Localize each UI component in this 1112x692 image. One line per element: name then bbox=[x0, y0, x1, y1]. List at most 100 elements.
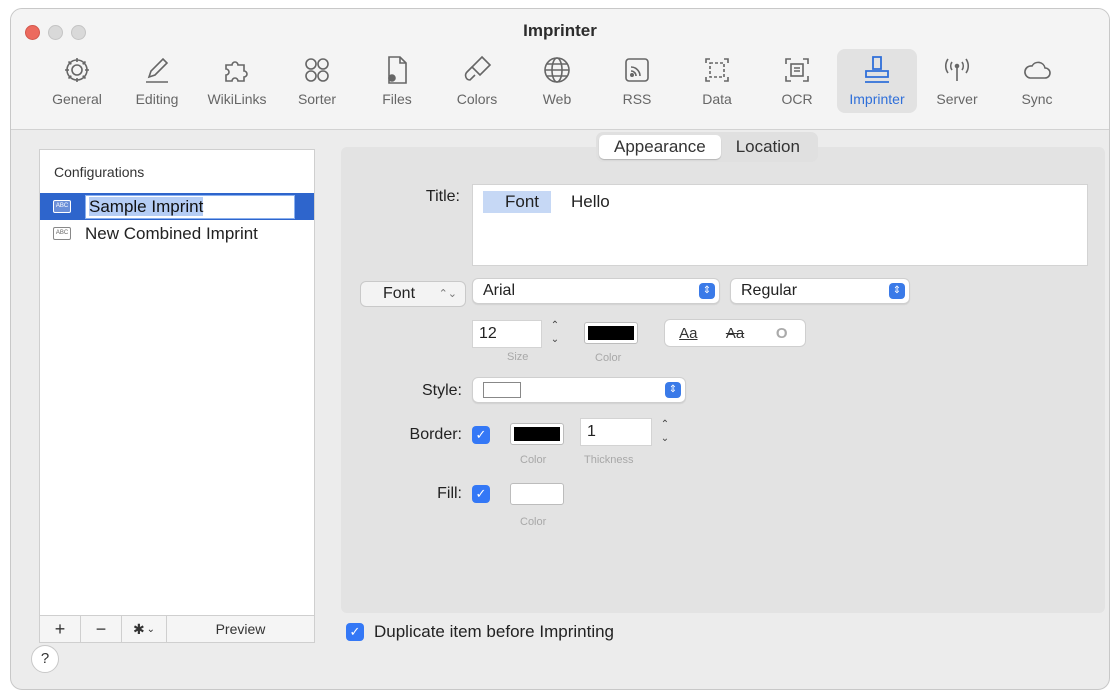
list-item-sample-imprint[interactable]: ABC Sample Imprint bbox=[40, 193, 314, 220]
border-label: Border: bbox=[409, 426, 462, 443]
tab-appearance[interactable]: Appearance bbox=[599, 135, 721, 159]
tab-wikilinks[interactable]: WikiLinks bbox=[197, 49, 277, 113]
tab-data[interactable]: Data bbox=[677, 49, 757, 113]
pencil-icon bbox=[146, 57, 169, 83]
font-size-field[interactable]: 12 bbox=[472, 320, 542, 348]
text-effects-group: Aa Aa O bbox=[664, 319, 806, 347]
antenna-icon bbox=[944, 58, 970, 81]
tab-location[interactable]: Location bbox=[721, 135, 815, 159]
tab-files-label: Files bbox=[382, 91, 412, 107]
tab-sync[interactable]: Sync bbox=[997, 49, 1077, 113]
tab-ocr[interactable]: OCR bbox=[757, 49, 837, 113]
help-button[interactable]: ? bbox=[31, 645, 59, 673]
action-menu-button[interactable]: ✱ ⌄ bbox=[122, 616, 167, 642]
preferences-window: Imprinter General Editing WikiLinks Sort… bbox=[10, 8, 1110, 690]
tab-web[interactable]: Web bbox=[517, 49, 597, 113]
fill-label: Fill: bbox=[437, 485, 462, 502]
tab-wikilinks-label: WikiLinks bbox=[207, 91, 267, 107]
outline-button[interactable]: O bbox=[758, 325, 805, 342]
list-item-new-combined-imprint[interactable]: ABC New Combined Imprint bbox=[40, 220, 314, 247]
tab-sync-label: Sync bbox=[1021, 91, 1053, 107]
duplicate-option[interactable]: ✓ Duplicate item before Imprinting bbox=[346, 622, 614, 642]
tab-server[interactable]: Server bbox=[917, 49, 997, 113]
puzzle-icon bbox=[225, 61, 248, 82]
thickness-field[interactable]: 1 bbox=[580, 418, 652, 446]
tab-editing[interactable]: Editing bbox=[117, 49, 197, 113]
tab-rss[interactable]: RSS bbox=[597, 49, 677, 113]
list-footer: + − ✱ ⌄ Preview bbox=[40, 615, 314, 642]
fill-color-swatch bbox=[514, 487, 560, 501]
duplicate-checkbox[interactable]: ✓ bbox=[346, 623, 364, 641]
rss-icon bbox=[625, 58, 649, 82]
tab-imprinter[interactable]: Imprinter bbox=[837, 49, 917, 113]
border-style-select[interactable]: ⇕ bbox=[472, 377, 686, 403]
tab-rss-label: RSS bbox=[622, 91, 652, 107]
size-caption: Size bbox=[507, 351, 529, 363]
style-label: Style: bbox=[421, 382, 462, 399]
font-family-select[interactable]: Arial ⇕ bbox=[472, 278, 720, 304]
border-color-caption: Color bbox=[520, 454, 547, 466]
chevron-updown-icon: ⇕ bbox=[699, 283, 715, 299]
list-item-label: New Combined Imprint bbox=[85, 223, 258, 243]
font-color-well[interactable] bbox=[584, 322, 638, 344]
fill-color-well[interactable] bbox=[510, 483, 564, 505]
font-color-swatch bbox=[588, 326, 634, 340]
gear-icon: ✱ bbox=[132, 620, 145, 637]
font-color-caption: Color bbox=[595, 352, 622, 364]
tab-files[interactable]: Files bbox=[357, 49, 437, 113]
tab-server-label: Server bbox=[936, 91, 978, 107]
stamp-icon bbox=[865, 56, 889, 83]
style-preview bbox=[483, 381, 521, 398]
four-circles-icon bbox=[305, 58, 329, 82]
font-style-select[interactable]: Regular ⇕ bbox=[730, 278, 910, 304]
border-checkbox[interactable]: ✓ bbox=[472, 426, 490, 444]
border-color-swatch bbox=[514, 427, 560, 441]
thickness-stepper[interactable]: ⌃ ⌄ bbox=[658, 418, 672, 448]
chevron-down-icon: ⌄ bbox=[146, 623, 156, 635]
file-gear-icon bbox=[388, 56, 407, 84]
brush-icon bbox=[464, 55, 492, 81]
chevron-updown-icon: ⇕ bbox=[889, 283, 905, 299]
preview-button[interactable]: Preview bbox=[167, 616, 314, 642]
font-family-value: Arial bbox=[483, 282, 516, 299]
title-text: Hello bbox=[571, 192, 610, 211]
tab-sorter[interactable]: Sorter bbox=[277, 49, 357, 113]
tab-colors[interactable]: Colors bbox=[437, 49, 517, 113]
tab-ocr-label: OCR bbox=[781, 91, 813, 107]
font-style-value: Regular bbox=[741, 282, 798, 299]
title-field[interactable]: Font Hello bbox=[472, 184, 1088, 266]
tab-editing-label: Editing bbox=[135, 91, 179, 107]
thickness-caption: Thickness bbox=[584, 454, 634, 466]
underline-button[interactable]: Aa bbox=[665, 325, 712, 342]
tab-switcher: Appearance Location bbox=[596, 132, 818, 162]
cloud-icon bbox=[1024, 61, 1051, 79]
font-token[interactable]: Font bbox=[483, 191, 552, 213]
tab-colors-label: Colors bbox=[456, 91, 498, 107]
add-button[interactable]: + bbox=[40, 616, 81, 642]
tab-sorter-label: Sorter bbox=[297, 91, 337, 107]
strikethrough-button[interactable]: Aa bbox=[712, 325, 759, 342]
imprint-icon: ABC bbox=[53, 200, 71, 213]
font-button[interactable]: Font ⌃⌄ bbox=[360, 281, 466, 307]
tab-data-label: Data bbox=[702, 91, 732, 107]
border-color-well[interactable] bbox=[510, 423, 564, 445]
dashed-frame-icon bbox=[705, 58, 729, 82]
imprint-icon: ABC bbox=[53, 227, 71, 240]
tab-general-label: General bbox=[52, 91, 102, 107]
up-down-icon: ⌃⌄ bbox=[438, 288, 457, 300]
preferences-toolbar: General Editing WikiLinks Sorter Files C… bbox=[37, 49, 1077, 113]
configurations-list[interactable]: Configurations ABC Sample Imprint ABC Ne… bbox=[39, 149, 315, 643]
rename-field-text: Sample Imprint bbox=[89, 196, 204, 216]
remove-button[interactable]: − bbox=[81, 616, 122, 642]
duplicate-label: Duplicate item before Imprinting bbox=[374, 622, 615, 641]
fill-color-caption: Color bbox=[520, 516, 547, 528]
tab-web-label: Web bbox=[542, 91, 572, 107]
font-size-stepper[interactable]: ⌃ ⌄ bbox=[548, 319, 562, 349]
tab-general[interactable]: General bbox=[37, 49, 117, 113]
window-title: Imprinter bbox=[523, 21, 597, 40]
rename-field[interactable]: Sample Imprint bbox=[85, 194, 295, 219]
scan-icon bbox=[785, 58, 809, 82]
fill-checkbox[interactable]: ✓ bbox=[472, 485, 490, 503]
title-bar: Imprinter General Editing WikiLinks Sort… bbox=[11, 9, 1109, 130]
font-button-label: Font bbox=[383, 285, 416, 302]
